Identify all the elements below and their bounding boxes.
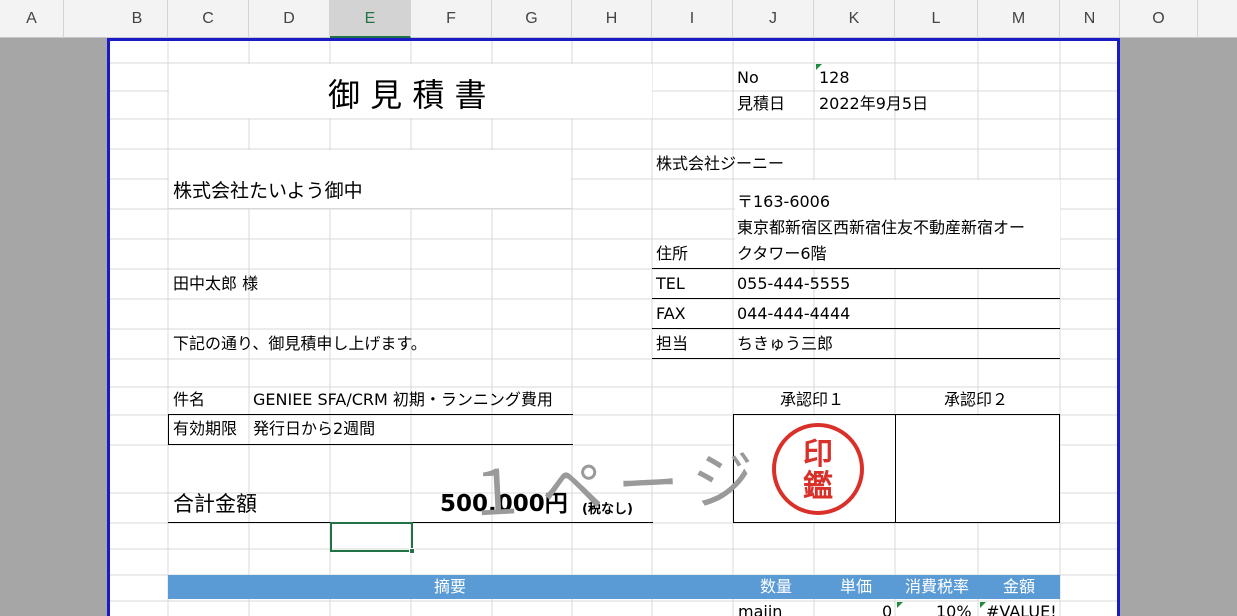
row1-amount[interactable]: #VALUE! <box>986 602 1057 616</box>
issuer-company[interactable]: 株式会社ジーニー <box>656 154 784 174</box>
column-header-a[interactable]: A <box>0 0 64 38</box>
column-header-i[interactable]: I <box>652 0 733 38</box>
header-summary: 摘要 <box>434 577 467 596</box>
header-amount: 金額 <box>1003 577 1036 596</box>
validity-label: 有効期限 <box>173 419 238 438</box>
header-unit-price: 単価 <box>840 577 873 596</box>
header-tax-rate: 消費税率 <box>905 577 970 596</box>
intro-text[interactable]: 下記の通り、御見積申し上げます。 <box>173 334 427 354</box>
client-person[interactable]: 田中太郎 様 <box>173 274 258 294</box>
quote-number-value[interactable]: 128 <box>819 68 850 88</box>
seal-stamp-icon: 印 鑑 <box>772 423 864 515</box>
issuer-address-line1[interactable]: 東京都新宿区西新宿住友不動産新宿オー <box>737 218 1025 238</box>
column-header-f[interactable]: F <box>411 0 492 38</box>
subject-label: 件名 <box>173 390 206 409</box>
active-cell-selection[interactable] <box>330 522 415 554</box>
rep-value[interactable]: ちきゅう三郎 <box>737 334 833 354</box>
fax-label: FAX <box>656 304 686 323</box>
row1-tax-rate[interactable]: 10% <box>936 602 972 616</box>
column-header-o[interactable]: O <box>1120 0 1198 38</box>
quote-date-label: 見積日 <box>737 94 786 113</box>
validity-value[interactable]: 発行日から2週間 <box>253 419 375 439</box>
quote-number-label: No <box>737 68 759 87</box>
row1-unit-price[interactable]: 0 <box>882 602 892 616</box>
client-company[interactable]: 株式会社たいよう御中 <box>173 179 363 203</box>
column-header-m[interactable]: M <box>978 0 1060 38</box>
column-header-g[interactable]: G <box>492 0 572 38</box>
approval-stamp-2-label: 承認印２ <box>944 390 1009 409</box>
table-header-bar: 摘要 数量 単価 消費税率 金額 <box>168 575 1060 599</box>
column-header-c[interactable]: C <box>168 0 249 38</box>
column-header-b[interactable]: B <box>107 0 168 38</box>
column-header-j[interactable]: J <box>733 0 814 38</box>
row1-qty[interactable]: majin <box>738 602 782 616</box>
page-watermark: １ページ <box>463 442 770 531</box>
column-header-l[interactable]: L <box>895 0 978 38</box>
tel-label: TEL <box>656 274 685 293</box>
document-title: 御 見 積 書 <box>328 76 487 114</box>
column-header-h[interactable]: H <box>572 0 652 38</box>
fill-handle[interactable] <box>409 548 415 554</box>
issuer-postal[interactable]: 〒163-6006 <box>737 192 830 212</box>
issuer-address-line2[interactable]: クタワー6階 <box>737 244 827 264</box>
fax-value[interactable]: 044-444-4444 <box>737 304 850 324</box>
rep-label: 担当 <box>656 334 689 353</box>
column-header-bar: A B C D E F G H I J K L M N O <box>0 0 1237 38</box>
issuer-address-label: 住所 <box>656 244 689 263</box>
subject-value[interactable]: GENIEE SFA/CRM 初期・ランニング費用 <box>253 390 553 410</box>
column-header-e[interactable]: E <box>330 0 411 38</box>
tel-value[interactable]: 055-444-5555 <box>737 274 850 294</box>
column-header-n[interactable]: N <box>1060 0 1120 38</box>
quote-date-value[interactable]: 2022年9月5日 <box>819 94 928 114</box>
column-header-d[interactable]: D <box>249 0 330 38</box>
approval-stamp-1-label: 承認印１ <box>780 390 845 409</box>
print-page: 御 見 積 書 No 128 見積日 2022年9月5日 株式会社たいよう御中 … <box>107 38 1120 616</box>
column-header-k[interactable]: K <box>814 0 895 38</box>
total-label: 合計金額 <box>173 492 257 516</box>
header-qty: 数量 <box>760 577 793 596</box>
